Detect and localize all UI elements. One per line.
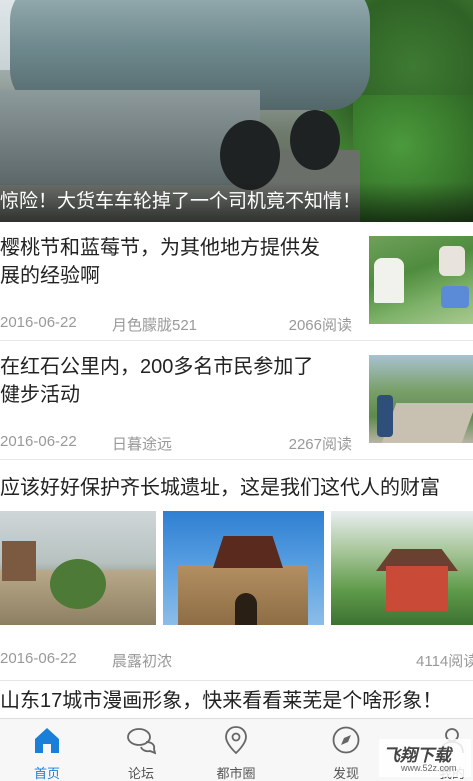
tab-forum[interactable]: 论坛 — [94, 719, 188, 781]
news-meta: 2016-06-22 日暮途远 2267阅读 — [0, 433, 352, 453]
news-title-line: 展的经验啊 — [0, 265, 100, 287]
home-icon — [35, 728, 59, 753]
news-title: 山东17城市漫画形象，快来看看莱芜是个啥形象！ — [0, 690, 443, 712]
news-thumbnail — [369, 355, 473, 443]
bottom-tab-bar: 首页 论坛 都市圈 发现 我的 飞翔下载 www.52z.com — [0, 718, 473, 781]
tab-home[interactable]: 首页 — [0, 719, 94, 781]
hero-wheel — [290, 110, 340, 170]
news-reads: 2066阅读 — [288, 317, 352, 334]
watermark: 飞翔下载 www.52z.com — [379, 739, 471, 777]
hero-truck-body — [0, 90, 260, 185]
news-title-line: 健步活动 — [0, 384, 80, 406]
news-title: 应该好好保护齐长城遗址，这是我们这代人的财富 — [0, 477, 440, 499]
news-thumbnail — [369, 236, 473, 324]
chat-bubbles-icon — [127, 728, 156, 755]
news-item[interactable]: 在红石公里内，200多名市民参加了 健步活动 2016-06-22 日暮途远 2… — [0, 341, 473, 459]
tab-label: 首页 — [33, 766, 60, 781]
gallery-image — [331, 511, 473, 625]
news-title-line: 樱桃节和蓝莓节，为其他地方提供发 — [0, 237, 320, 259]
hero-banner[interactable]: 惊险！大货车车轮掉了一个司机竟不知情！ — [0, 0, 473, 222]
news-title: 在红石公里内，200多名市民参加了 健步活动 — [0, 353, 360, 409]
location-pin-icon — [225, 726, 247, 755]
news-item[interactable]: 应该好好保护齐长城遗址，这是我们这代人的财富 2016-06-22 晨露初浓 4… — [0, 460, 473, 680]
tab-label: 论坛 — [127, 766, 154, 781]
news-author: 日暮途远 — [112, 436, 173, 453]
watermark-url: www.52z.com — [401, 763, 457, 773]
news-title-line: 在红石公里内，200多名市民参加了 — [0, 356, 314, 378]
news-meta: 2016-06-22 月色朦胧521 2066阅读 — [0, 314, 352, 334]
news-date: 2016-06-22 — [0, 650, 77, 667]
news-gallery — [0, 511, 473, 625]
gallery-image — [163, 511, 324, 625]
news-date: 2016-06-22 — [0, 433, 77, 450]
news-item[interactable]: 樱桃节和蓝莓节，为其他地方提供发 展的经验啊 2016-06-22 月色朦胧52… — [0, 222, 473, 340]
news-item[interactable]: 山东17城市漫画形象，快来看看莱芜是个啥形象！ — [0, 681, 473, 718]
news-author: 月色朦胧521 — [112, 317, 198, 334]
hero-caption: 惊险！大货车车轮掉了一个司机竟不知情！ — [0, 182, 473, 222]
news-title: 樱桃节和蓝莓节，为其他地方提供发 展的经验啊 — [0, 234, 360, 290]
tab-label: 都市圈 — [216, 766, 256, 781]
news-meta: 2016-06-22 晨露初浓 4114阅读 — [0, 650, 473, 670]
tab-city-circle[interactable]: 都市圈 — [189, 719, 283, 781]
news-reads: 2267阅读 — [288, 436, 352, 453]
gallery-image — [0, 511, 156, 625]
news-date: 2016-06-22 — [0, 314, 77, 331]
news-author: 晨露初浓 — [112, 653, 173, 670]
compass-icon — [332, 726, 360, 754]
hero-wheel — [220, 120, 280, 190]
news-reads: 4114阅读 — [416, 653, 473, 670]
